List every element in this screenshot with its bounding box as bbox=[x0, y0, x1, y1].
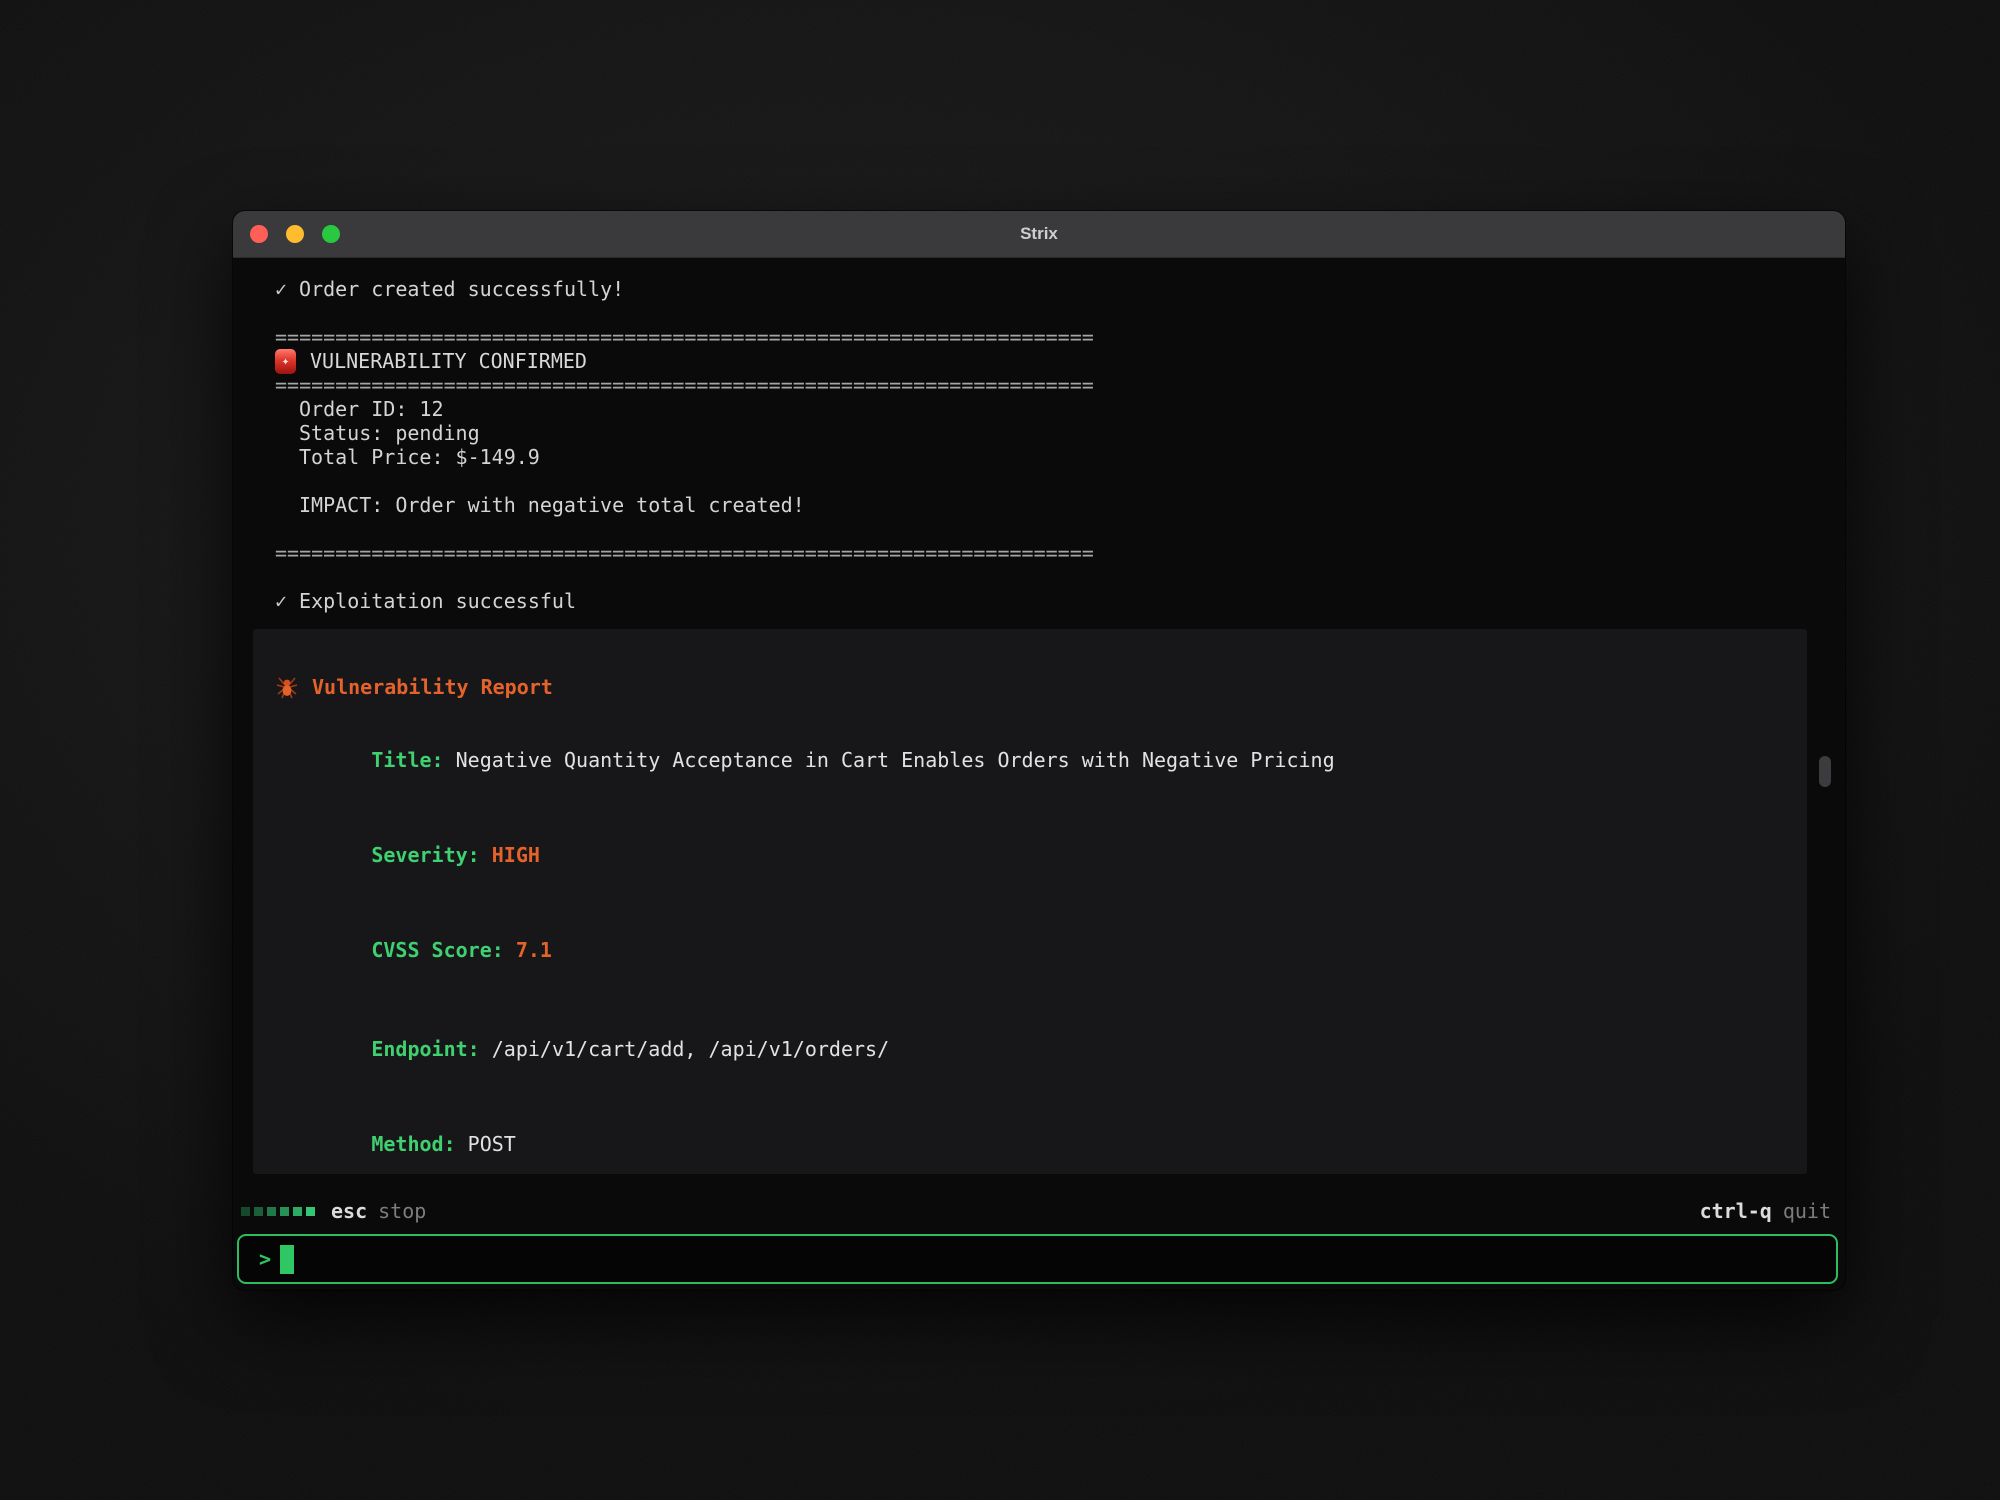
terminal-output: ✓ Order created successfully! ===========… bbox=[233, 259, 1845, 1196]
method-label: Method: bbox=[371, 1132, 455, 1156]
text-cursor bbox=[280, 1245, 294, 1274]
severity-label: Severity: bbox=[371, 843, 479, 867]
order-success-line: ✓ Order created successfully! bbox=[233, 277, 1845, 301]
siren-icon bbox=[275, 349, 296, 374]
stop-action-label: stop bbox=[378, 1199, 426, 1223]
cvss-score-value: 7.1 bbox=[516, 938, 552, 962]
separator-line: ========================================… bbox=[233, 541, 1845, 565]
report-heading-row: Vulnerability Report bbox=[275, 675, 1787, 699]
severity-row: Severity: HIGH bbox=[275, 819, 1787, 891]
separator-line: ========================================… bbox=[233, 325, 1845, 349]
check-icon: ✓ bbox=[275, 277, 287, 301]
spinner-dots-icon bbox=[241, 1207, 315, 1216]
severity-value: HIGH bbox=[492, 843, 540, 867]
vulnerability-confirmed-heading: VULNERABILITY CONFIRMED bbox=[310, 349, 587, 373]
endpoint-label: Endpoint: bbox=[371, 1037, 479, 1061]
exploitation-success-line: ✓ Exploitation successful bbox=[233, 589, 1845, 613]
total-price-line: Total Price: $-149.9 bbox=[233, 445, 1845, 469]
quit-action-label: quit bbox=[1783, 1199, 1831, 1223]
close-button[interactable] bbox=[250, 225, 268, 243]
status-bar: esc stop ctrl-q quit bbox=[233, 1194, 1845, 1228]
report-title-row: Title: Negative Quantity Acceptance in C… bbox=[275, 724, 1787, 796]
prompt-symbol: > bbox=[259, 1247, 271, 1271]
spider-icon bbox=[275, 676, 299, 699]
command-input[interactable]: > bbox=[237, 1234, 1838, 1284]
title-value: Negative Quantity Acceptance in Cart Ena… bbox=[456, 748, 1335, 772]
endpoint-row: Endpoint: /api/v1/cart/add, /api/v1/orde… bbox=[275, 1013, 1787, 1085]
report-heading: Vulnerability Report bbox=[312, 675, 553, 699]
endpoint-value: /api/v1/cart/add, /api/v1/orders/ bbox=[492, 1037, 889, 1061]
method-row: Method: POST bbox=[275, 1108, 1787, 1174]
cvss-score-label: CVSS Score: bbox=[371, 938, 503, 962]
status-right-group: ctrl-q quit bbox=[1700, 1199, 1831, 1223]
window-titlebar[interactable]: Strix bbox=[233, 211, 1845, 258]
vulnerability-confirmed-line: VULNERABILITY CONFIRMED bbox=[233, 349, 1845, 373]
traffic-lights bbox=[250, 225, 340, 243]
title-label: Title: bbox=[371, 748, 443, 772]
order-id-line: Order ID: 12 bbox=[233, 397, 1845, 421]
status-left-group: esc stop bbox=[241, 1199, 426, 1223]
window-title: Strix bbox=[1020, 224, 1058, 244]
exploitation-success-text: Exploitation successful bbox=[299, 589, 576, 613]
vulnerability-report-panel: Vulnerability Report Title: Negative Qua… bbox=[253, 629, 1807, 1174]
order-success-text: Order created successfully! bbox=[299, 277, 624, 301]
scrollbar-thumb[interactable] bbox=[1819, 756, 1831, 787]
maximize-button[interactable] bbox=[322, 225, 340, 243]
method-value: POST bbox=[468, 1132, 516, 1156]
cvss-score-row: CVSS Score: 7.1 bbox=[275, 914, 1787, 986]
strix-terminal-window: Strix ✓ Order created successfully! =====… bbox=[233, 211, 1845, 1290]
impact-line: IMPACT: Order with negative total create… bbox=[233, 493, 1845, 517]
ctrl-q-key-hint: ctrl-q bbox=[1700, 1199, 1772, 1223]
check-icon: ✓ bbox=[275, 589, 287, 613]
esc-key-hint: esc bbox=[331, 1199, 367, 1223]
separator-line: ========================================… bbox=[233, 373, 1845, 397]
minimize-button[interactable] bbox=[286, 225, 304, 243]
order-status-line: Status: pending bbox=[233, 421, 1845, 445]
